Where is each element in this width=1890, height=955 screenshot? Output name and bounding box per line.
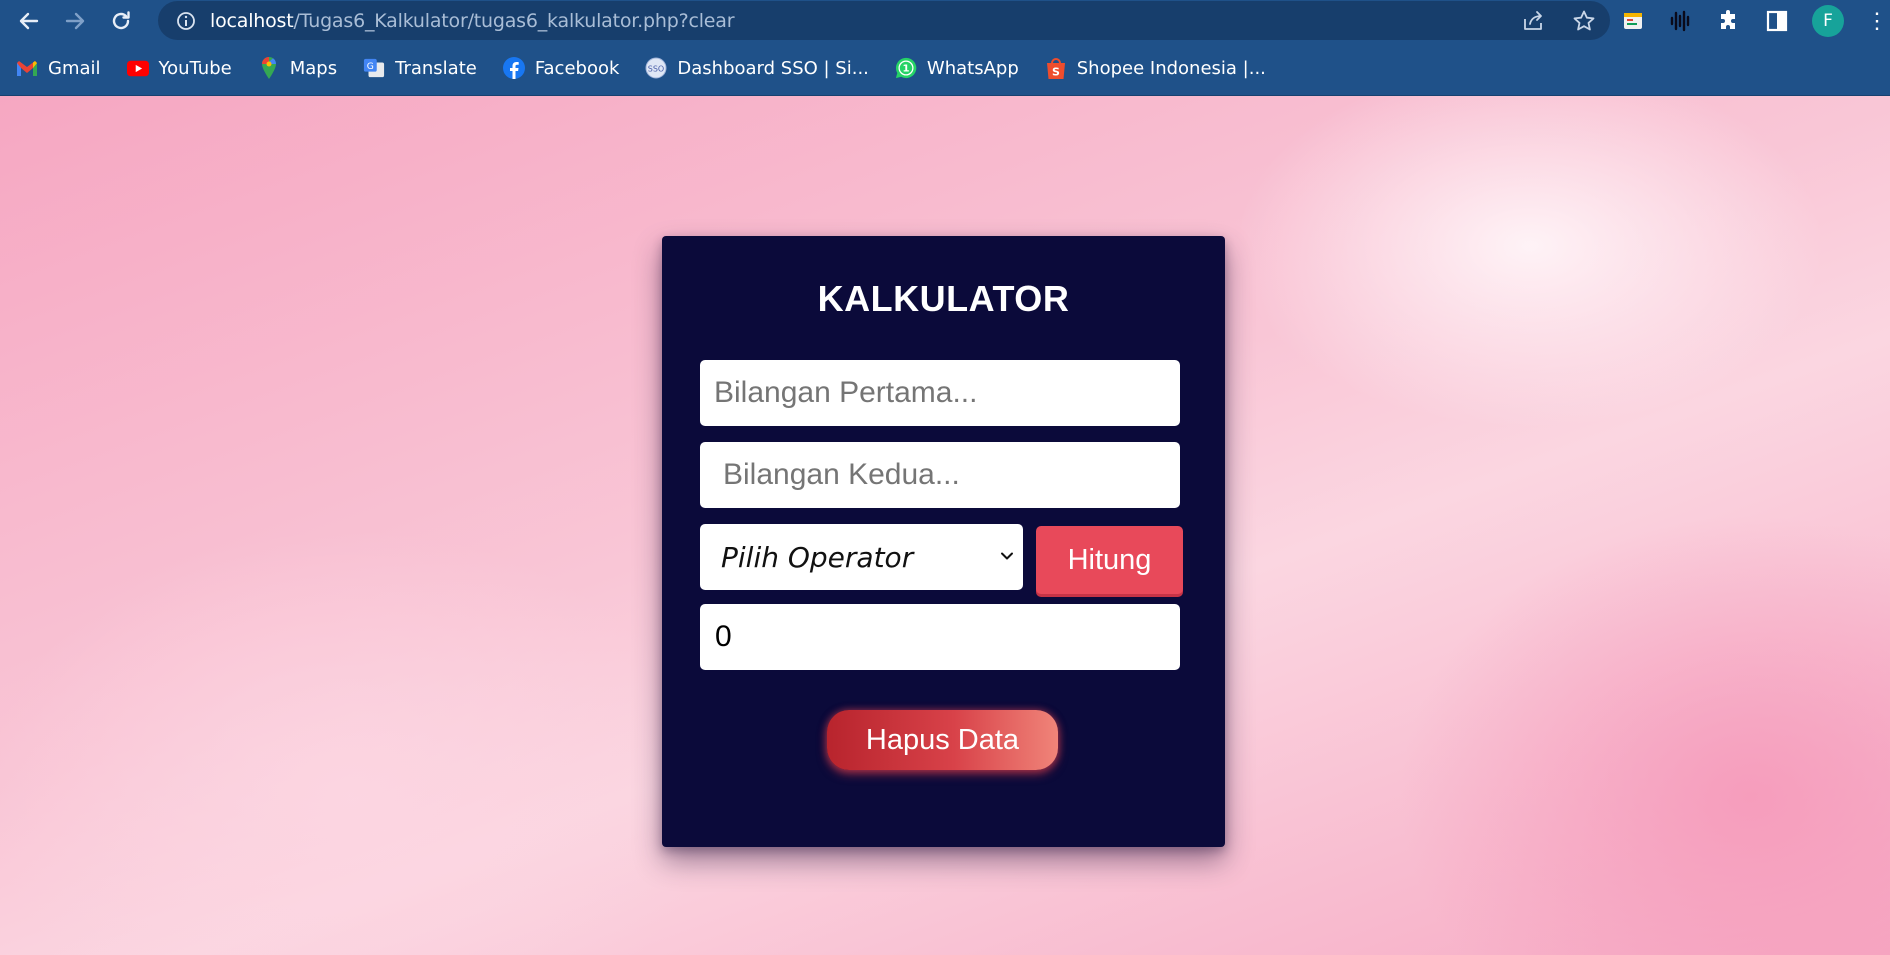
bookmark-label: Facebook <box>534 57 620 79</box>
extensions-area: F ⋮ <box>1620 0 1888 41</box>
clear-data-button[interactable]: Hapus Data <box>827 710 1058 770</box>
translate-icon: G <box>363 57 385 79</box>
profile-initial: F <box>1823 10 1833 31</box>
bookmark-shopee[interactable]: S Shopee Indonesia |... <box>1045 57 1266 79</box>
svg-text:S: S <box>1052 66 1060 79</box>
bookmark-star-icon[interactable] <box>1572 9 1596 33</box>
bookmark-label: Translate <box>395 57 477 79</box>
bookmark-label: Maps <box>289 57 338 79</box>
side-panel-icon[interactable] <box>1764 8 1790 34</box>
forward-arrow-icon <box>65 12 85 29</box>
bookmark-label: YouTube <box>158 57 232 79</box>
bookmarks-bar: Gmail YouTube Maps G Translate Facebook … <box>0 41 1890 96</box>
result-field: 0 <box>700 604 1180 670</box>
address-bar[interactable]: localhost/Tugas6_Kalkulator/tugas6_kalku… <box>158 1 1610 40</box>
calculator-card: KALKULATOR Pilih Operator Hitung 0 Hapus… <box>662 236 1225 847</box>
url-host: localhost <box>210 9 294 32</box>
google-keep-icon[interactable] <box>1620 8 1646 34</box>
url-text[interactable]: localhost/Tugas6_Kalkulator/tugas6_kalku… <box>210 9 735 32</box>
calculate-button[interactable]: Hitung <box>1036 526 1183 594</box>
gmail-icon <box>16 57 38 79</box>
svg-text:1: 1 <box>902 64 909 75</box>
profile-avatar[interactable]: F <box>1812 4 1844 37</box>
browser-menu-icon[interactable]: ⋮ <box>1866 9 1888 32</box>
bookmark-dashboard-sso[interactable]: SSO Dashboard SSO | Si... <box>645 57 869 79</box>
first-number-input[interactable] <box>700 360 1180 426</box>
bookmark-translate[interactable]: G Translate <box>363 57 477 79</box>
whatsapp-icon: 1 <box>895 57 917 79</box>
page-background: KALKULATOR Pilih Operator Hitung 0 Hapus… <box>0 96 1890 955</box>
operator-selected-value: Pilih Operator <box>721 540 914 574</box>
bookmark-whatsapp[interactable]: 1 WhatsApp <box>895 57 1019 79</box>
youtube-icon <box>126 57 149 79</box>
result-value: 0 <box>715 620 732 653</box>
url-path: /Tugas6_Kalkulator/tugas6_kalkulator.php… <box>293 9 735 32</box>
shopee-icon: S <box>1045 57 1067 79</box>
bookmark-maps[interactable]: Maps <box>258 57 337 79</box>
bookmark-label: Shopee Indonesia |... <box>1076 57 1266 79</box>
bookmark-facebook[interactable]: Facebook <box>502 57 620 79</box>
second-number-input[interactable] <box>700 442 1180 508</box>
svg-text:SSO: SSO <box>648 65 664 74</box>
svg-text:G: G <box>367 61 374 72</box>
reload-button[interactable] <box>98 0 144 41</box>
share-icon[interactable] <box>1522 10 1546 32</box>
browser-toolbar: localhost/Tugas6_Kalkulator/tugas6_kalku… <box>0 0 1890 41</box>
reload-icon <box>112 10 130 29</box>
bookmark-label: WhatsApp <box>926 57 1019 79</box>
sso-icon: SSO <box>645 57 667 79</box>
extensions-puzzle-icon[interactable] <box>1716 8 1742 34</box>
facebook-icon <box>502 57 525 79</box>
audio-wave-extension-icon[interactable] <box>1668 8 1694 34</box>
back-arrow-icon <box>19 12 39 29</box>
back-button[interactable] <box>6 0 52 41</box>
chevron-down-icon <box>1001 552 1013 560</box>
bookmark-label: Gmail <box>48 57 101 79</box>
maps-icon <box>258 57 280 79</box>
site-info-icon[interactable] <box>168 11 204 31</box>
bookmark-youtube[interactable]: YouTube <box>126 57 232 79</box>
bookmark-gmail[interactable]: Gmail <box>16 57 101 79</box>
bookmark-label: Dashboard SSO | Si... <box>677 57 869 79</box>
operator-select[interactable]: Pilih Operator <box>700 524 1023 590</box>
calculator-title: KALKULATOR <box>817 278 1070 319</box>
forward-button[interactable] <box>52 0 98 41</box>
